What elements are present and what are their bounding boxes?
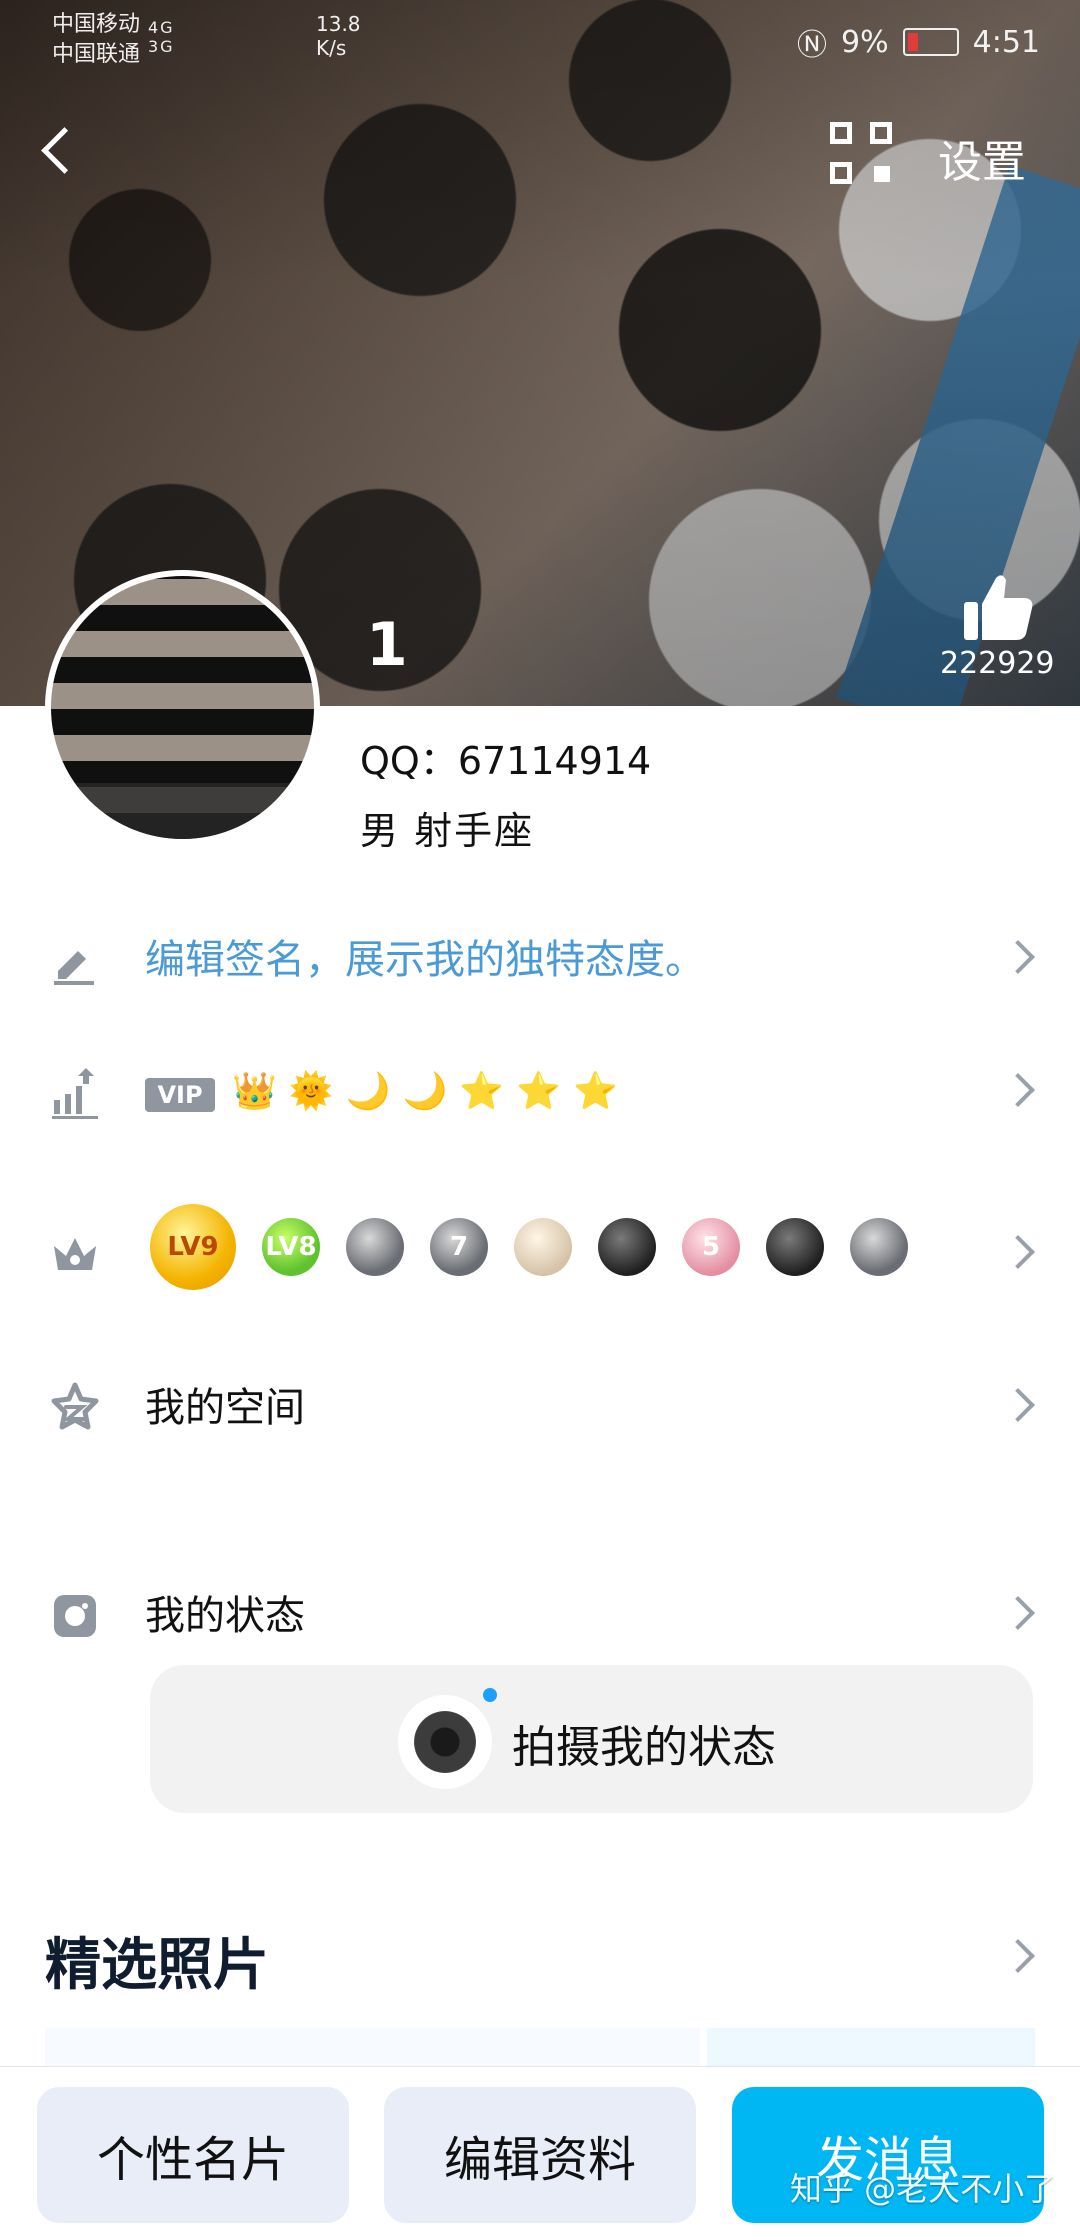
badge-3	[346, 1218, 404, 1276]
signature-text[interactable]: 编辑签名，展示我的独特态度。	[145, 935, 705, 985]
star-icon	[48, 1381, 102, 1435]
watermark: 知乎 @老大不小了	[790, 2170, 1057, 2208]
qr-code-icon[interactable]	[830, 122, 892, 184]
star-emoji: ⭐	[516, 1071, 561, 1112]
vip-row[interactable]: VIP 👑 🌞 🌙 🌙 ⭐ ⭐ ⭐	[0, 1038, 1080, 1148]
edit-profile-button[interactable]: 编辑资料	[384, 2087, 696, 2223]
chevron-right-icon	[1006, 1389, 1030, 1413]
avatar-badge: 1	[366, 610, 408, 680]
crown-icon	[48, 1226, 102, 1280]
chevron-right-icon	[1006, 1074, 1030, 1098]
my-status-label[interactable]: 我的状态	[145, 1591, 305, 1641]
chevron-right-icon	[1006, 1597, 1030, 1621]
badge-6	[598, 1218, 656, 1276]
back-button[interactable]	[30, 122, 90, 182]
badge-9	[850, 1218, 908, 1276]
capture-status-label[interactable]: 拍摄我的状态	[512, 1711, 776, 1775]
settings-button[interactable]: 设置	[938, 126, 1026, 190]
gender-zodiac: 男 射手座	[360, 809, 535, 853]
battery-percent: 9%	[841, 24, 889, 60]
battery-icon	[902, 28, 959, 56]
featured-photos-title: 精选照片	[45, 1933, 269, 1998]
badge-7: 5	[682, 1218, 740, 1276]
badge-list: LV9 LV8 7 5	[150, 1204, 908, 1290]
sun-emoji: 🌞	[288, 1071, 334, 1112]
badges-row[interactable]: LV9 LV8 7 5	[0, 1190, 1080, 1320]
chevron-right-icon[interactable]	[1006, 1944, 1030, 1968]
carrier-1: 中国移动	[52, 12, 141, 37]
star-emoji: ⭐	[459, 1071, 505, 1112]
thumbs-up-icon[interactable]	[964, 572, 1034, 640]
profile-card-button[interactable]: 个性名片	[37, 2087, 349, 2223]
network-speed: 13.8 K/s	[316, 12, 361, 60]
level-badge: LV9	[150, 1204, 236, 1290]
network-2: 3G	[148, 37, 175, 56]
cover-detail	[836, 165, 1080, 706]
photo-thumbnail[interactable]	[707, 2028, 1035, 2068]
speed-unit: K/s	[316, 36, 347, 60]
moon-emoji: 🌙	[402, 1071, 448, 1112]
speed-value: 13.8	[316, 12, 361, 36]
bottom-bar: 个性名片 编辑资料 发消息	[0, 2066, 1080, 2240]
chevron-right-icon	[1006, 941, 1030, 965]
capture-status-card[interactable]: 拍摄我的状态	[150, 1665, 1033, 1813]
badge-4: 7	[430, 1218, 488, 1276]
time: 4:51	[972, 24, 1040, 60]
camera-shutter-icon	[398, 1695, 492, 1789]
notification-dot	[483, 1688, 497, 1702]
moon-emoji: 🌙	[345, 1071, 391, 1112]
photo-thumbnail[interactable]	[45, 2028, 700, 2068]
like-count: 222929	[940, 646, 1055, 681]
pencil-icon	[48, 933, 102, 987]
badge-5	[514, 1218, 572, 1276]
nfc-icon: Ⓝ	[797, 28, 828, 63]
star-emoji: ⭐	[572, 1071, 618, 1112]
bar-chart-up-icon	[48, 1066, 102, 1120]
avatar[interactable]	[45, 570, 320, 845]
qq-number: QQ：67114914	[360, 739, 652, 783]
vip-emojis: 👑 🌞 🌙 🌙 ⭐ ⭐ ⭐	[232, 1070, 618, 1112]
my-status-row[interactable]: 我的状态	[0, 1561, 1080, 1671]
my-space-label[interactable]: 我的空间	[145, 1383, 305, 1433]
chevron-right-icon	[1006, 1236, 1030, 1260]
status-right: Ⓝ 9% 4:51	[797, 20, 1040, 64]
network-1: 4G	[148, 18, 175, 37]
my-space-row[interactable]: 我的空间	[0, 1353, 1080, 1463]
camera-icon	[48, 1589, 102, 1643]
badge-8	[766, 1218, 824, 1276]
top-nav: 设置	[0, 110, 1080, 200]
status-bar: 中国移动 中国联通 4G 3G 13.8 K/s Ⓝ 9% 4:51	[0, 0, 1080, 80]
network-indicators: 4G 3G	[148, 18, 175, 56]
signature-row[interactable]: 编辑签名，展示我的独特态度。	[0, 905, 1080, 1015]
carrier-names: 中国移动 中国联通	[52, 10, 140, 70]
vip-badge: VIP	[145, 1078, 215, 1112]
crown-emoji: 👑	[232, 1071, 277, 1112]
badge-2: LV8	[262, 1218, 320, 1276]
carrier-2: 中国联通	[52, 42, 141, 67]
